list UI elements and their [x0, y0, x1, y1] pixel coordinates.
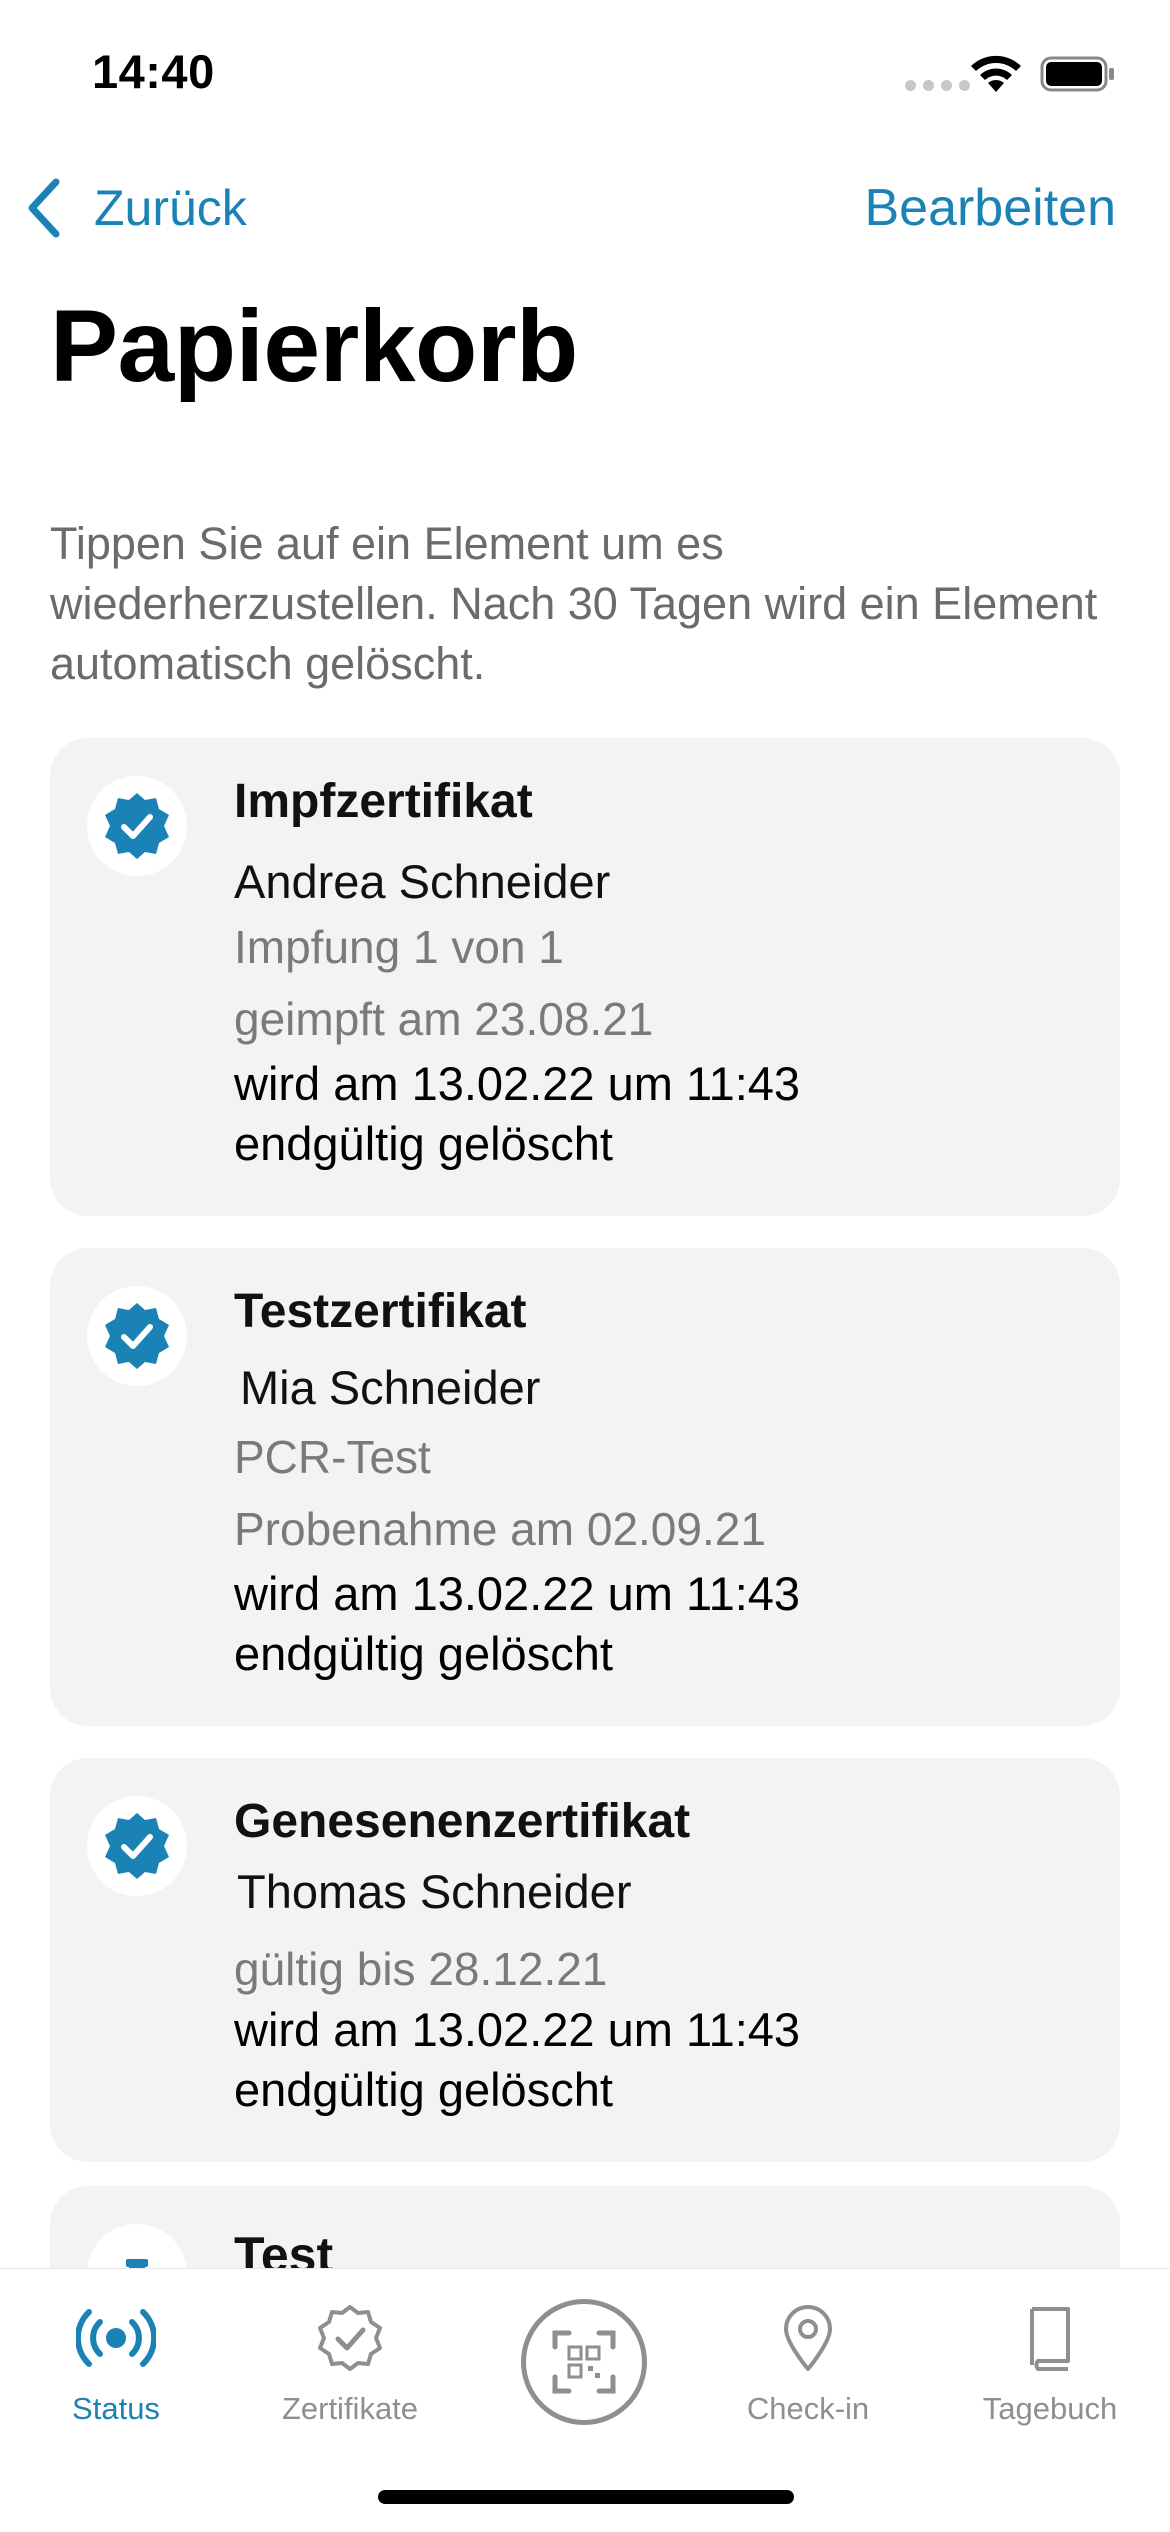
- page-title: Papierkorb: [50, 289, 578, 403]
- verified-badge-icon: [87, 1796, 187, 1896]
- item-info: gültig bis 28.12.21: [234, 1943, 608, 1995]
- verified-badge-icon: [87, 1286, 187, 1386]
- item-date: Probenahme am 02.09.21: [234, 1503, 766, 1555]
- item-deletion-notice: wird am 13.02.22 um 11:43 endgültig gelö…: [234, 1567, 801, 1680]
- tab-status-label: Status: [72, 2391, 160, 2426]
- item-info: Impfung 1 von 1: [234, 921, 564, 973]
- tab-checkin[interactable]: Check-in: [708, 2269, 908, 2439]
- qr-scan-button[interactable]: [521, 2299, 647, 2425]
- item-date: geimpft am 23.08.21: [234, 993, 654, 1045]
- item-title: Testzertifikat: [234, 1285, 527, 1338]
- status-time: 14:40: [92, 45, 215, 98]
- broadcast-icon: [76, 2309, 156, 2367]
- back-button[interactable]: Zurück: [24, 170, 247, 245]
- qr-scan-icon: [552, 2330, 616, 2394]
- chevron-left-icon: [28, 178, 60, 237]
- item-person-name: Andrea Schneider: [234, 855, 611, 908]
- item-title: Impfzertifikat: [234, 775, 533, 828]
- trash-item-recovery-certificate[interactable]: Genesenenzertifikat Thomas Schneider gül…: [50, 1758, 1120, 2162]
- location-pin-icon: [784, 2305, 832, 2371]
- item-deletion-notice: wird am 13.02.22 um 11:43 endgültig gelö…: [234, 1057, 801, 1170]
- signal-dots-icon: [905, 80, 970, 91]
- tab-checkin-label: Check-in: [746, 2391, 870, 2426]
- item-person-name: Mia Schneider: [240, 1361, 541, 1414]
- certificate-badge-icon: [318, 2305, 382, 2371]
- trash-hint-text: Tippen Sie auf ein Element um es wiederh…: [50, 518, 1098, 689]
- tab-status[interactable]: Status: [16, 2269, 216, 2439]
- item-title: Genesenenzertifikat: [234, 1795, 691, 1848]
- home-indicator[interactable]: [378, 2490, 794, 2504]
- edit-button[interactable]: Bearbeiten: [864, 170, 1116, 245]
- tab-certificates[interactable]: Zertifikate: [250, 2269, 450, 2439]
- trash-item-vaccination-certificate[interactable]: Impfzertifikat Andrea Schneider Impfung …: [50, 738, 1120, 1216]
- tab-diary[interactable]: Tagebuch: [950, 2269, 1150, 2439]
- wifi-icon: [971, 55, 1021, 92]
- item-deletion-notice: wird am 13.02.22 um 11:43 endgültig gelö…: [234, 2003, 801, 2116]
- back-label: Zurück: [94, 179, 247, 236]
- status-bar: 14:40: [0, 0, 1170, 150]
- book-icon: [1030, 2307, 1070, 2371]
- battery-icon: [1040, 56, 1114, 92]
- tab-diary-label: Tagebuch: [982, 2391, 1118, 2426]
- item-person-name: Thomas Schneider: [237, 1865, 632, 1918]
- item-info: PCR-Test: [234, 1431, 431, 1483]
- tab-certificates-label: Zertifikate: [281, 2391, 419, 2426]
- trash-item-test-certificate[interactable]: Testzertifikat Mia Schneider PCR-Test Pr…: [50, 1248, 1120, 1726]
- verified-badge-icon: [87, 776, 187, 876]
